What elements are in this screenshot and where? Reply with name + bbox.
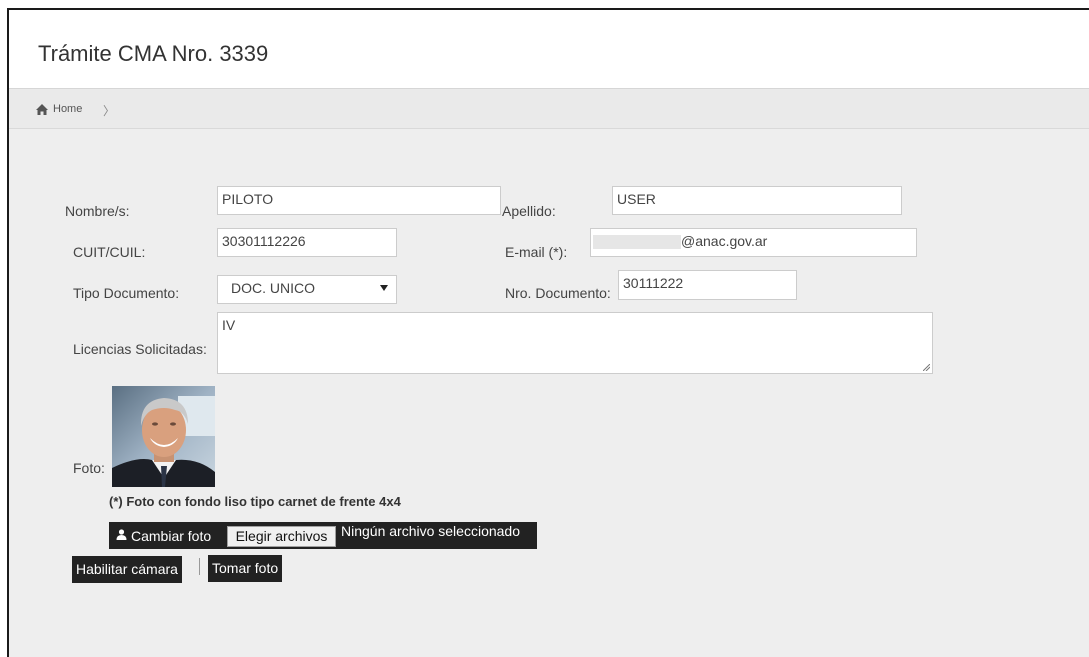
email-label: E-mail (*):: [505, 244, 568, 260]
tipo-doc-select[interactable]: DOC. UNICO: [217, 275, 397, 304]
breadcrumb-home-link[interactable]: Home: [53, 103, 82, 115]
home-icon[interactable]: [36, 104, 48, 115]
user-icon: [116, 529, 127, 540]
cuit-label: CUIT/CUIL:: [73, 244, 146, 260]
no-file-text: Ningún archivo seleccionado: [341, 523, 520, 539]
page-title: Trámite CMA Nro. 3339: [38, 41, 269, 66]
apellido-label: Apellido:: [502, 203, 556, 219]
cuit-input[interactable]: 30301112226: [217, 228, 397, 257]
app-frame: Trámite CMA Nro. 3339 Home 〉 Nombre/s: P…: [7, 8, 1089, 657]
licencias-label: Licencias Solicitadas:: [73, 341, 207, 357]
photo-note: (*) Foto con fondo liso tipo carnet de f…: [109, 494, 401, 509]
breadcrumb-separator: 〉: [103, 104, 116, 118]
page-header: Trámite CMA Nro. 3339: [9, 10, 1089, 89]
habilitar-camara-button[interactable]: Habilitar cámara: [72, 556, 182, 583]
apellido-input[interactable]: USER: [612, 186, 902, 215]
change-photo-bar: Cambiar foto Elegir archivos Ningún arch…: [109, 522, 537, 549]
licencias-textarea[interactable]: IV: [217, 312, 933, 374]
nro-doc-input[interactable]: 30111222: [618, 270, 797, 300]
email-value: @anac.gov.ar: [681, 233, 768, 249]
profile-photo: [112, 386, 215, 487]
tipo-doc-label: Tipo Documento:: [73, 285, 180, 301]
nro-doc-label: Nro. Documento:: [505, 285, 611, 301]
resize-handle-icon[interactable]: [923, 364, 930, 371]
elegir-archivos-button[interactable]: Elegir archivos: [227, 526, 336, 547]
caret-down-icon: [380, 285, 388, 291]
tomar-foto-button[interactable]: Tomar foto: [208, 555, 283, 582]
email-redacted-block: [593, 235, 681, 250]
licencias-value: IV: [222, 317, 236, 333]
breadcrumb: Home 〉: [9, 89, 1089, 129]
tipo-doc-value: DOC. UNICO: [231, 280, 315, 296]
nombre-input[interactable]: PILOTO: [217, 186, 501, 215]
foto-label: Foto:: [73, 460, 105, 476]
button-separator: [199, 558, 200, 575]
cambiar-foto-button[interactable]: Cambiar foto: [131, 528, 211, 544]
email-input[interactable]: @anac.gov.ar: [590, 228, 917, 257]
nombre-label: Nombre/s:: [65, 203, 130, 219]
